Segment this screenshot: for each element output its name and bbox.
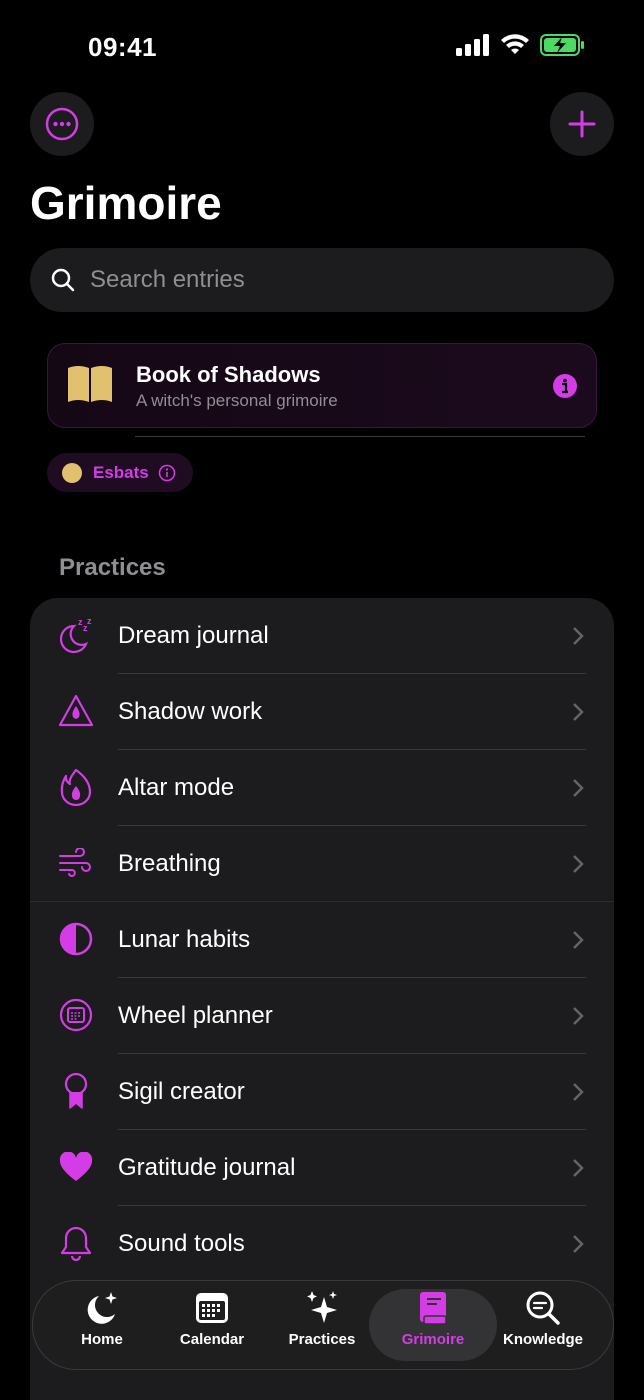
info-icon[interactable]	[552, 373, 578, 399]
wind-icon	[59, 848, 91, 877]
list-item-label: Shadow work	[118, 698, 263, 725]
section-title-practices: Practices	[59, 554, 166, 581]
chevron-right-icon	[573, 627, 584, 645]
status-icons	[456, 34, 586, 56]
chevron-right-icon	[573, 1159, 584, 1177]
search-input[interactable]	[88, 265, 572, 295]
chevron-right-icon	[573, 779, 584, 797]
card-divider	[135, 436, 585, 437]
moon-stars-icon	[87, 1292, 117, 1324]
chevron-right-icon	[573, 1007, 584, 1025]
battery-charging-icon	[540, 34, 584, 56]
tab-label: Practices	[288, 1331, 356, 1348]
bell-icon	[60, 1226, 92, 1261]
tab-bar: Home Calendar Practices Grimoire Knowled…	[32, 1280, 614, 1370]
tab-practices[interactable]: Practices	[267, 1289, 377, 1361]
tab-label: Grimoire	[401, 1331, 465, 1348]
calendar-icon	[196, 1293, 228, 1323]
book-of-shadows-card[interactable]: Book of Shadows A witch's personal grimo…	[47, 343, 597, 428]
list-item-label: Wheel planner	[118, 1002, 273, 1029]
add-button[interactable]	[550, 92, 614, 156]
status-time: 09:41	[88, 32, 157, 62]
list-item-dream-journal[interactable]: z z z Dream journal	[30, 598, 614, 674]
chevron-right-icon	[573, 931, 584, 949]
chevron-right-icon	[573, 1235, 584, 1253]
list-item-sound-tools[interactable]: Sound tools	[30, 1206, 614, 1282]
tab-label: Calendar	[179, 1331, 245, 1348]
more-button[interactable]	[30, 92, 94, 156]
book-icon	[420, 1292, 447, 1325]
list-item-gratitude-journal[interactable]: Gratitude journal	[30, 1130, 614, 1206]
signal-icon	[456, 34, 489, 56]
tab-home[interactable]: Home	[47, 1289, 157, 1361]
list-item-label: Altar mode	[118, 774, 235, 801]
status-bar: 09:41	[0, 0, 644, 90]
book-subtitle: A witch's personal grimoire	[136, 391, 338, 410]
list-item-label: Sigil creator	[118, 1078, 245, 1105]
moon-dot-icon	[62, 462, 82, 483]
esbats-chip[interactable]: Esbats	[47, 453, 193, 492]
svg-text:z: z	[87, 616, 92, 626]
list-item-altar-mode[interactable]: Altar mode	[30, 750, 614, 826]
list-item-wheel-planner[interactable]: Wheel planner	[30, 978, 614, 1054]
tab-knowledge[interactable]: Knowledge	[488, 1289, 598, 1361]
chip-label: Esbats	[93, 462, 149, 482]
search-icon	[51, 268, 75, 292]
tab-label: Home	[81, 1331, 123, 1348]
list-item-label: Sound tools	[118, 1230, 245, 1257]
book-title: Book of Shadows	[136, 362, 321, 387]
list-item-sigil-creator[interactable]: Sigil creator	[30, 1054, 614, 1130]
rosette-icon	[64, 1072, 88, 1109]
list-item-label: Dream journal	[118, 622, 269, 649]
sparkles-icon	[307, 1291, 337, 1323]
list-item-label: Lunar habits	[118, 926, 251, 953]
list-item-label: Gratitude journal	[118, 1154, 296, 1181]
chevron-right-icon	[573, 703, 584, 721]
heart-icon	[59, 1152, 93, 1181]
magnifier-icon	[526, 1291, 560, 1325]
list-item-label: Breathing	[118, 850, 221, 877]
warning-drop-icon	[58, 694, 94, 727]
page-title: Grimoire	[30, 177, 222, 229]
chevron-right-icon	[573, 1083, 584, 1101]
wifi-icon	[501, 34, 529, 54]
calendar-circle-icon	[59, 998, 93, 1032]
search-bar[interactable]	[30, 248, 614, 312]
moon-zzz-icon: z z z	[59, 616, 92, 654]
chevron-right-icon	[573, 855, 584, 873]
open-book-icon	[68, 366, 112, 402]
list-item-breathing[interactable]: Breathing	[30, 826, 614, 902]
plus-icon	[568, 110, 596, 138]
half-circle-icon	[59, 922, 93, 956]
tab-calendar[interactable]: Calendar	[157, 1289, 267, 1361]
info-outline-icon	[158, 464, 175, 481]
flame-icon	[60, 768, 92, 806]
ellipsis-circle-icon	[45, 107, 79, 141]
list-item-shadow-work[interactable]: Shadow work	[30, 674, 614, 750]
list-item-lunar-habits[interactable]: Lunar habits	[30, 902, 614, 978]
tab-label: Knowledge	[502, 1331, 583, 1348]
tab-grimoire[interactable]: Grimoire	[369, 1289, 497, 1361]
